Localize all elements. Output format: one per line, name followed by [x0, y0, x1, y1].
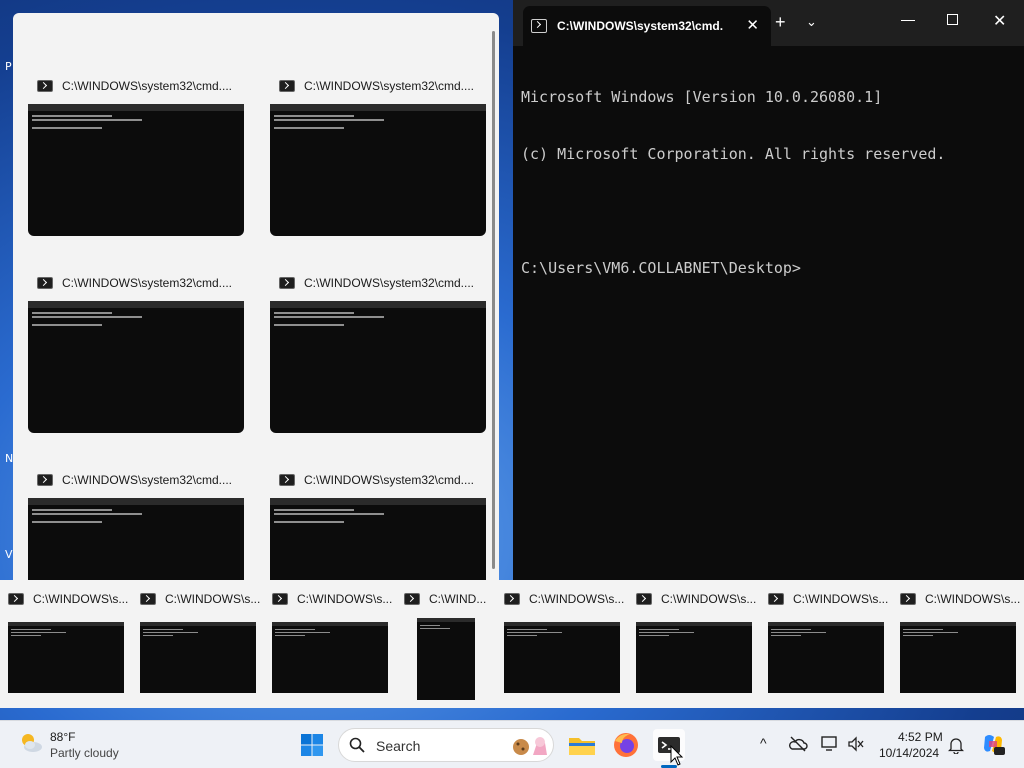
thumbnail-title: C:\WINDOWS\s...	[925, 592, 1020, 606]
cmd-icon	[140, 593, 156, 605]
thumbnail-title: C:\WINDOWS\s...	[529, 592, 624, 606]
terminal-line: Microsoft Windows [Version 10.0.26080.1]	[521, 88, 883, 106]
thumbnail-title: C:\WINDOWS\system32\cmd....	[304, 473, 475, 487]
thumbnail-preview	[636, 622, 752, 693]
partly-cloudy-icon[interactable]	[18, 730, 44, 756]
desktop-edge-glyph: P	[5, 60, 12, 73]
search-icon	[349, 737, 365, 753]
chevron-down-icon[interactable]: ⌄	[806, 14, 817, 30]
thumbnail-title: C:\WINDOWS\s...	[33, 592, 128, 606]
new-tab-button[interactable]: +	[775, 12, 786, 33]
thumbnail-preview	[28, 498, 244, 580]
terminal-prompt: C:\Users\VM6.COLLABNET\Desktop>	[521, 259, 801, 277]
cmd-icon	[272, 593, 288, 605]
panel-scrollbar[interactable]	[492, 31, 495, 569]
thumbnail-preview	[417, 618, 475, 700]
taskbar-thumbnail-strip: C:\WINDOWS\s... C:\WINDOWS\s... C:\WINDO…	[0, 580, 1024, 708]
cmd-icon	[8, 593, 24, 605]
window-thumbnail-card[interactable]: C:\WINDOWS\system32\cmd....	[269, 462, 487, 580]
window-thumbnail-card[interactable]: C:\WINDOWS\system32\cmd....	[27, 68, 245, 236]
tab-label: C:\WINDOWS\system32\cmd.	[557, 19, 724, 33]
mouse-cursor-icon	[670, 745, 684, 766]
thumbnail-preview	[270, 301, 486, 433]
weather-temperature[interactable]: 88°F	[50, 730, 75, 744]
strip-thumbnail[interactable]: C:\WINDOWS\s...	[8, 580, 128, 708]
cmd-icon	[279, 80, 295, 92]
terminal-tab[interactable]: C:\WINDOWS\system32\cmd. ✕	[523, 6, 771, 46]
cmd-icon	[768, 593, 784, 605]
network-icon[interactable]	[820, 735, 840, 753]
cmd-icon	[37, 277, 53, 289]
thumbnail-preview	[8, 622, 124, 693]
onedrive-offline-icon[interactable]	[788, 735, 808, 753]
thumbnail-title: C:\WIND...	[429, 592, 487, 606]
thumbnail-preview	[768, 622, 884, 693]
search-highlight-icon	[513, 737, 547, 755]
terminal-window[interactable]: C:\WINDOWS\system32\cmd. ✕ + ⌄ ✕ Microso…	[513, 0, 1024, 580]
thumbnail-preview	[28, 104, 244, 236]
minimize-button[interactable]	[901, 20, 915, 21]
strip-thumbnail[interactable]: C:\WINDOWS\s...	[272, 580, 392, 708]
search-label: Search	[376, 738, 421, 754]
weather-description[interactable]: Partly cloudy	[50, 746, 119, 760]
window-switcher-panel: C:\WINDOWS\system32\cmd.... C:\WINDOWS\s…	[13, 13, 499, 580]
cmd-icon	[37, 474, 53, 486]
strip-thumbnail[interactable]: C:\WINDOWS\s...	[768, 580, 888, 708]
file-explorer-icon[interactable]	[566, 729, 598, 761]
cmd-icon	[900, 593, 916, 605]
thumbnail-preview	[270, 498, 486, 580]
desktop-edge-glyph: V	[5, 548, 13, 561]
thumbnail-preview	[900, 622, 1016, 693]
thumbnail-title: C:\WINDOWS\s...	[661, 592, 756, 606]
clock-time[interactable]: 4:52 PM	[898, 730, 943, 744]
window-thumbnail-card[interactable]: C:\WINDOWS\system32\cmd....	[269, 68, 487, 236]
cmd-icon	[636, 593, 652, 605]
thumbnail-title: C:\WINDOWS\system32\cmd....	[62, 276, 233, 290]
strip-thumbnail[interactable]: C:\WINDOWS\s...	[900, 580, 1020, 708]
cmd-icon	[279, 474, 295, 486]
thumbnail-title: C:\WINDOWS\system32\cmd....	[304, 79, 475, 93]
close-window-button[interactable]: ✕	[993, 11, 1006, 31]
cmd-icon	[504, 593, 520, 605]
thumbnail-title: C:\WINDOWS\s...	[165, 592, 260, 606]
thumbnail-preview	[270, 104, 486, 236]
taskbar: 88°F Partly cloudy Search ^ 4:52 PM 10/1…	[0, 720, 1024, 768]
terminal-titlebar[interactable]: C:\WINDOWS\system32\cmd. ✕ + ⌄ ✕	[513, 0, 1024, 46]
copilot-icon[interactable]	[980, 731, 1006, 757]
strip-thumbnail[interactable]: C:\WINDOWS\s...	[636, 580, 756, 708]
strip-thumbnail[interactable]: C:\WINDOWS\s...	[140, 580, 260, 708]
thumbnail-preview	[504, 622, 620, 693]
thumbnail-preview	[28, 301, 244, 433]
cmd-icon	[279, 277, 295, 289]
volume-muted-icon[interactable]	[846, 735, 866, 753]
thumbnail-title: C:\WINDOWS\system32\cmd....	[62, 79, 233, 93]
firefox-icon[interactable]	[610, 729, 642, 761]
notification-bell-icon[interactable]	[948, 736, 964, 754]
thumbnail-preview	[272, 622, 388, 693]
desktop-edge-glyph: N	[5, 452, 14, 465]
windows-start-icon[interactable]	[300, 733, 324, 757]
close-tab-icon[interactable]: ✕	[746, 16, 759, 34]
thumbnail-title: C:\WINDOWS\system32\cmd....	[62, 473, 233, 487]
thumbnail-title: C:\WINDOWS\s...	[297, 592, 392, 606]
cmd-icon	[531, 19, 547, 33]
strip-thumbnail[interactable]: C:\WINDOWS\s...	[504, 580, 624, 708]
show-hidden-icons-chevron[interactable]: ^	[760, 735, 767, 751]
window-thumbnail-card[interactable]: C:\WINDOWS\system32\cmd....	[27, 462, 245, 580]
window-thumbnail-card[interactable]: C:\WINDOWS\system32\cmd....	[27, 265, 245, 433]
terminal-output[interactable]: Microsoft Windows [Version 10.0.26080.1]…	[513, 46, 1024, 320]
clock-date[interactable]: 10/14/2024	[879, 746, 939, 760]
taskbar-search-box[interactable]: Search	[338, 728, 554, 762]
window-thumbnail-card[interactable]: C:\WINDOWS\system32\cmd....	[269, 265, 487, 433]
thumbnail-preview	[140, 622, 256, 693]
cmd-icon	[404, 593, 420, 605]
strip-thumbnail[interactable]: C:\WIND...	[404, 580, 496, 708]
thumbnail-title: C:\WINDOWS\s...	[793, 592, 888, 606]
cmd-icon	[37, 80, 53, 92]
terminal-line: (c) Microsoft Corporation. All rights re…	[521, 145, 946, 163]
thumbnail-title: C:\WINDOWS\system32\cmd....	[304, 276, 475, 290]
maximize-button[interactable]	[947, 14, 958, 25]
